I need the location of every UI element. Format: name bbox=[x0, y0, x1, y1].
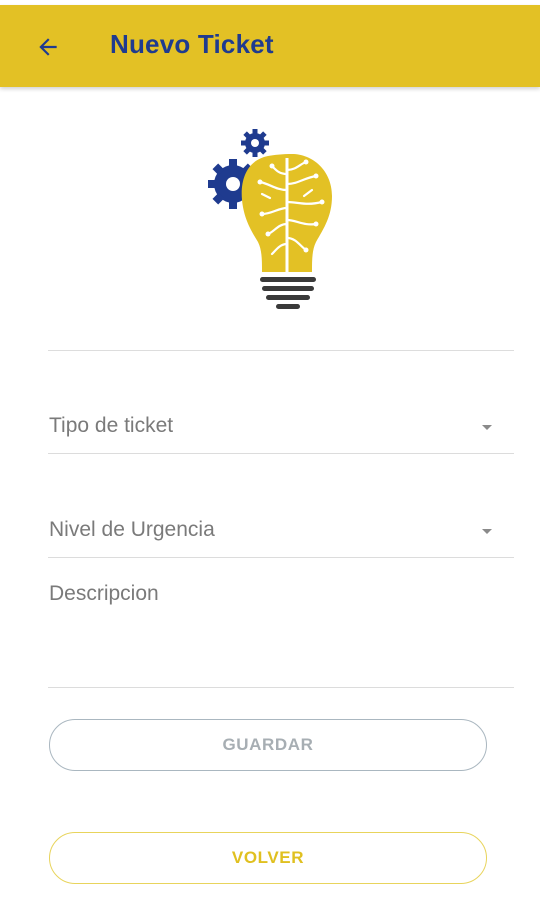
back-bottom-button[interactable]: VOLVER bbox=[49, 832, 487, 884]
ticket-type-underline bbox=[48, 453, 514, 454]
urgency-level-underline bbox=[48, 557, 514, 558]
urgency-level-label: Nivel de Urgencia bbox=[49, 518, 215, 541]
urgency-level-select[interactable]: Nivel de Urgencia bbox=[48, 509, 514, 559]
small-gear-icon bbox=[241, 129, 269, 157]
ticket-type-label: Tipo de ticket bbox=[49, 414, 174, 437]
dropdown-caret-icon bbox=[482, 425, 492, 430]
page-title: Nuevo Ticket bbox=[110, 29, 274, 59]
description-underline bbox=[48, 687, 514, 688]
back-button[interactable] bbox=[28, 27, 68, 67]
dropdown-caret-icon bbox=[482, 529, 492, 534]
description-field[interactable]: Descripcion bbox=[48, 572, 514, 689]
arrow-left-icon bbox=[39, 38, 57, 56]
save-button[interactable]: GUARDAR bbox=[49, 719, 487, 771]
new-ticket-screen: Nuevo Ticket Tipo de ticket Nivel de Urg… bbox=[0, 0, 540, 900]
logo-divider bbox=[48, 350, 514, 351]
lightbulb-brain-gears-icon bbox=[208, 129, 332, 309]
ticket-type-select[interactable]: Tipo de ticket bbox=[48, 405, 514, 455]
description-placeholder: Descripcion bbox=[49, 582, 159, 605]
app-bar: Nuevo Ticket bbox=[0, 5, 540, 87]
